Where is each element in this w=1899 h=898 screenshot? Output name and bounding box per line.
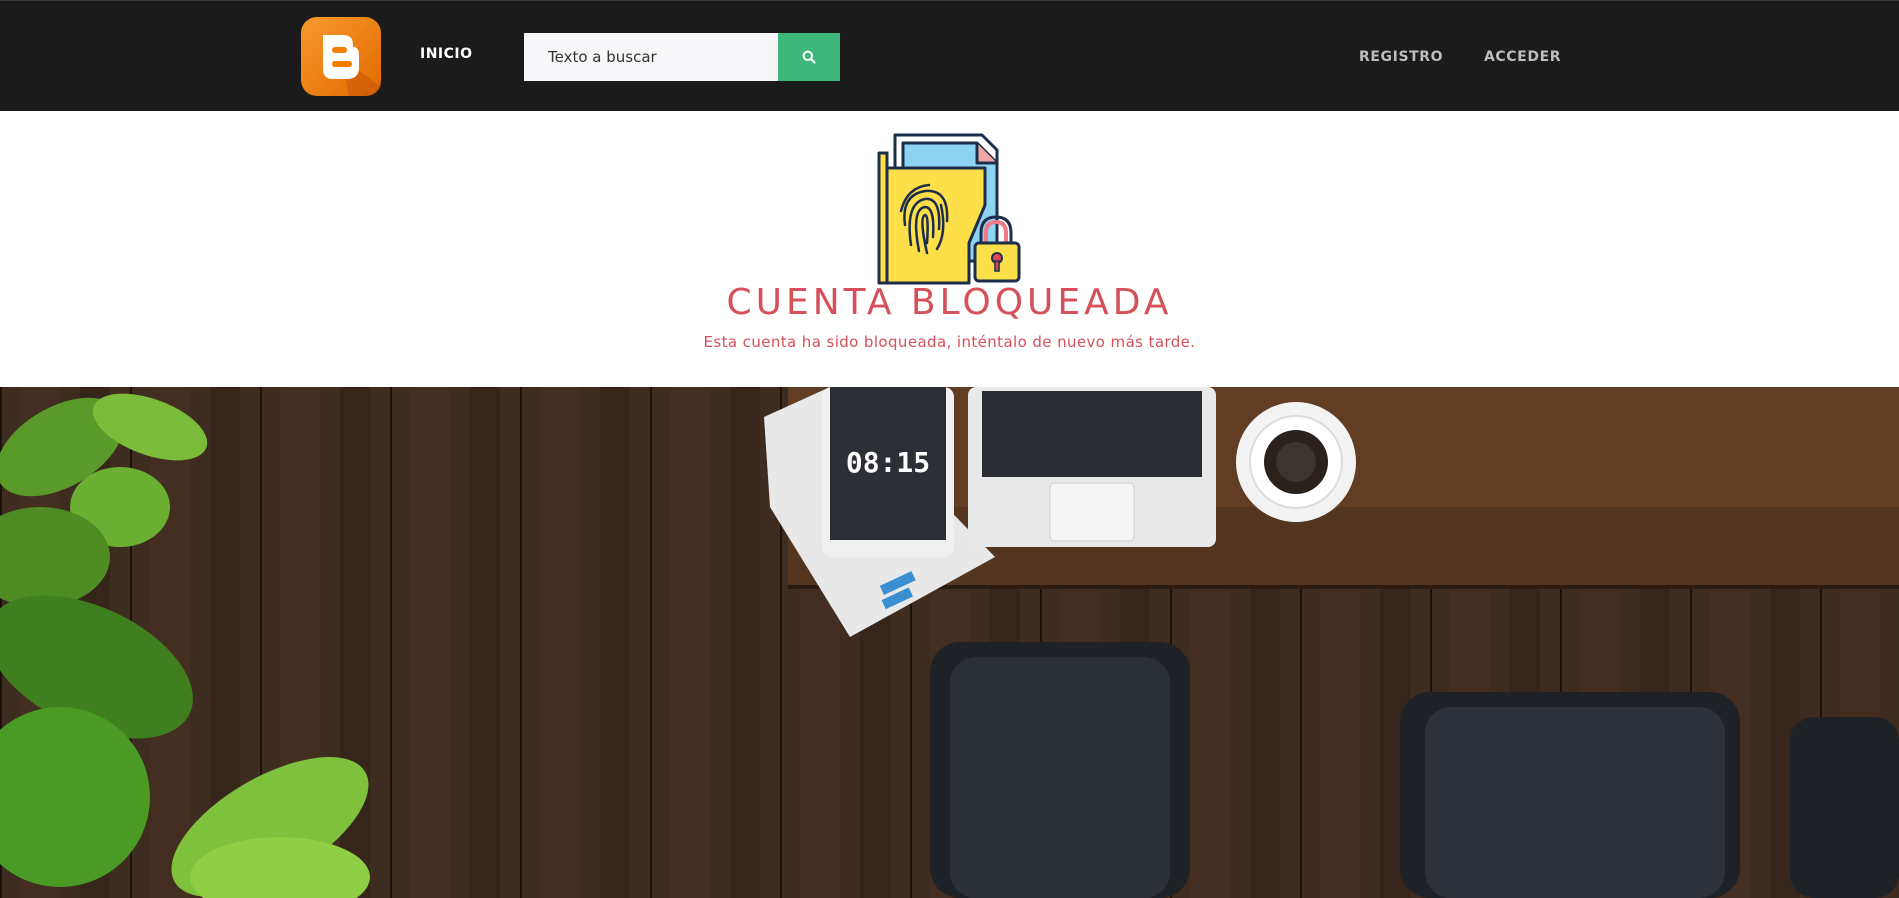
search-button[interactable] (778, 33, 840, 81)
locked-folder-fingerprint-icon (877, 133, 1021, 285)
nav-register-link[interactable]: REGISTRO (1359, 49, 1443, 65)
nav-home-link[interactable]: INICIO (420, 46, 473, 62)
hero-photo: 08:15 (0, 387, 1899, 898)
top-navbar: INICIO REGISTRO ACCEDER (0, 0, 1899, 111)
blogger-logo-icon[interactable] (301, 17, 381, 96)
locked-account-title: CUENTA BLOQUEADA (726, 282, 1173, 323)
nav-login-link[interactable]: ACCEDER (1484, 49, 1561, 65)
search-input[interactable] (524, 33, 778, 81)
tablet-clock-time: 08:15 (846, 446, 930, 479)
locked-account-message: Esta cuenta ha sido bloqueada, inténtalo… (703, 333, 1196, 351)
desk-scene-image: 08:15 (0, 387, 1899, 898)
search-icon (802, 50, 816, 64)
